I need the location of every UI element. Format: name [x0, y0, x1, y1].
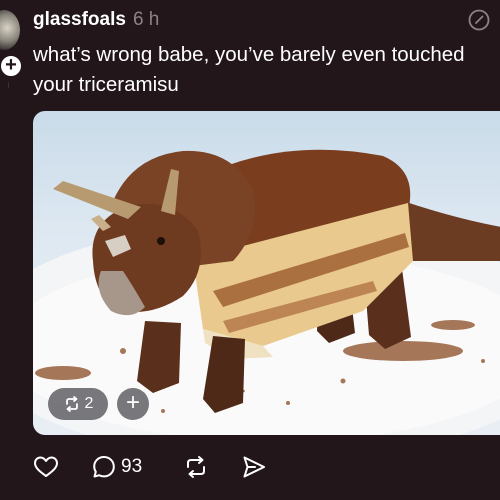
repost-button[interactable] [183, 452, 209, 482]
share-button[interactable] [241, 452, 267, 482]
repost-icon [187, 456, 205, 478]
post-caption: what’s wrong babe, you’ve barely even to… [33, 43, 465, 96]
repost-icon [65, 396, 78, 412]
timestamp: 6 h [132, 9, 160, 30]
follow-plus-icon[interactable]: + [0, 54, 23, 78]
edit-icon[interactable] [467, 8, 491, 32]
post: + glassfoals 6 h what’s wrong babe, you’… [0, 0, 500, 500]
comment-icon [93, 456, 115, 478]
post-header: glassfoals 6 h [33, 9, 159, 33]
repost-count-chip[interactable]: 2 [48, 388, 108, 420]
post-image[interactable] [33, 111, 500, 435]
add-button[interactable]: + [117, 388, 149, 420]
comment-count: 93 [121, 456, 143, 477]
avatar[interactable] [0, 10, 20, 50]
action-bar: 93 [33, 452, 493, 482]
heart-icon [34, 456, 58, 477]
repost-count: 2 [84, 395, 94, 412]
thread-line [8, 82, 9, 88]
send-icon [243, 456, 265, 478]
comment-button[interactable]: 93 [91, 452, 142, 482]
triceratops-tiramisu-photo [33, 149, 500, 435]
like-button[interactable] [33, 452, 59, 482]
username[interactable]: glassfoals [33, 9, 126, 31]
